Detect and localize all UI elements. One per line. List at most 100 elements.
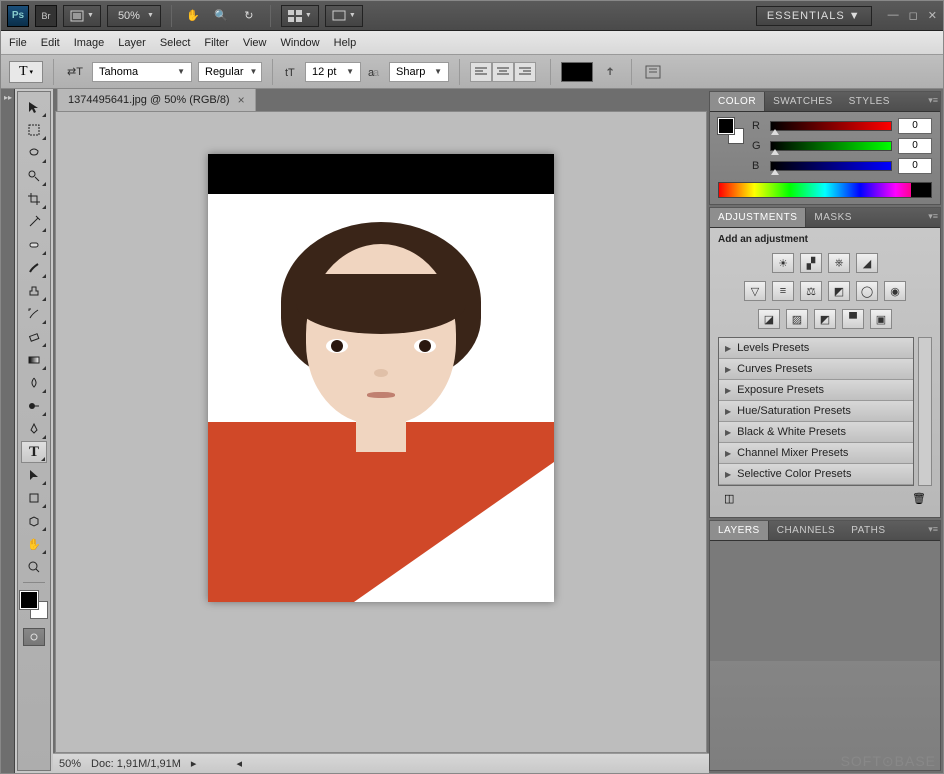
adj-clip-icon[interactable]: ◫: [724, 492, 734, 505]
type-tool[interactable]: T: [21, 441, 47, 463]
close-tab-icon[interactable]: ×: [238, 93, 245, 107]
marquee-tool[interactable]: [21, 119, 47, 141]
crop-tool[interactable]: [21, 188, 47, 210]
path-select-tool[interactable]: [21, 464, 47, 486]
quickmask-button[interactable]: [23, 628, 45, 646]
g-slider[interactable]: [770, 141, 892, 151]
panel-menu-icon[interactable]: ▾≡: [928, 211, 938, 222]
preset-exposure[interactable]: ▶Exposure Presets: [719, 380, 913, 401]
pen-tool[interactable]: [21, 418, 47, 440]
gradient-tool[interactable]: [21, 349, 47, 371]
presets-scrollbar[interactable]: [918, 337, 932, 486]
g-value[interactable]: 0: [898, 138, 932, 154]
tab-swatches[interactable]: SWATCHES: [765, 92, 841, 111]
warp-text-button[interactable]: Ϯ: [599, 61, 621, 83]
screen-mode-dropdown[interactable]: ▼: [325, 5, 363, 27]
menu-help[interactable]: Help: [334, 37, 357, 49]
eraser-tool[interactable]: [21, 326, 47, 348]
maximize-button[interactable]: ◻: [909, 9, 918, 22]
menu-file[interactable]: File: [9, 37, 27, 49]
preset-hue[interactable]: ▶Hue/Saturation Presets: [719, 401, 913, 422]
tab-color[interactable]: COLOR: [710, 92, 765, 111]
menu-filter[interactable]: Filter: [204, 37, 228, 49]
hand-tool[interactable]: ✋: [21, 533, 47, 555]
tool-preset-picker[interactable]: T ▾: [9, 61, 43, 83]
zoom-tool[interactable]: [21, 556, 47, 578]
align-left-button[interactable]: [470, 62, 492, 82]
status-doc-size[interactable]: Doc: 1,91M/1,91M: [91, 758, 181, 770]
photofilter-icon[interactable]: ◯: [856, 281, 878, 301]
text-color-swatch[interactable]: [561, 62, 593, 82]
b-slider[interactable]: [770, 161, 892, 171]
channelmixer-icon[interactable]: ◉: [884, 281, 906, 301]
r-value[interactable]: 0: [898, 118, 932, 134]
lasso-tool[interactable]: [21, 142, 47, 164]
preset-curves[interactable]: ▶Curves Presets: [719, 359, 913, 380]
menu-image[interactable]: Image: [74, 37, 105, 49]
color-picker-fgbg[interactable]: [20, 591, 48, 619]
view-extras-dropdown[interactable]: ▼: [63, 5, 101, 27]
font-style-dropdown[interactable]: Regular▼: [198, 62, 262, 82]
bw-icon[interactable]: ◩: [828, 281, 850, 301]
status-arrow-icon[interactable]: ▸: [191, 757, 197, 770]
canvas-viewport[interactable]: [55, 111, 707, 753]
color-fgbg-mini[interactable]: [718, 118, 744, 144]
arrange-docs-dropdown[interactable]: ▼: [281, 5, 319, 27]
curves-icon[interactable]: ⎈: [828, 253, 850, 273]
quick-select-tool[interactable]: [21, 165, 47, 187]
selectivecolor-icon[interactable]: ▣: [870, 309, 892, 329]
tab-paths[interactable]: PATHS: [843, 521, 893, 540]
tab-channels[interactable]: CHANNELS: [769, 521, 843, 540]
align-center-button[interactable]: [492, 62, 514, 82]
menu-layer[interactable]: Layer: [118, 37, 146, 49]
invert-icon[interactable]: ◪: [758, 309, 780, 329]
move-tool[interactable]: [21, 96, 47, 118]
healing-tool[interactable]: [21, 234, 47, 256]
close-button[interactable]: ✕: [928, 9, 937, 22]
gradientmap-icon[interactable]: ▀: [842, 309, 864, 329]
panel-menu-icon[interactable]: ▾≡: [928, 95, 938, 106]
exposure-icon[interactable]: ◢: [856, 253, 878, 273]
levels-icon[interactable]: ▞: [800, 253, 822, 273]
character-panel-button[interactable]: [642, 61, 664, 83]
colorbalance-icon[interactable]: ⚖: [800, 281, 822, 301]
zoom-dropdown[interactable]: 50%▼: [107, 5, 161, 27]
minimize-button[interactable]: —: [888, 9, 899, 22]
menu-select[interactable]: Select: [160, 37, 191, 49]
menu-edit[interactable]: Edit: [41, 37, 60, 49]
b-value[interactable]: 0: [898, 158, 932, 174]
r-slider[interactable]: [770, 121, 892, 131]
hue-icon[interactable]: ≡: [772, 281, 794, 301]
foreground-color[interactable]: [20, 591, 38, 609]
tab-layers[interactable]: LAYERS: [710, 521, 769, 540]
preset-bw[interactable]: ▶Black & White Presets: [719, 422, 913, 443]
tool-collapse-strip[interactable]: ▸▸: [1, 89, 15, 773]
preset-channelmixer[interactable]: ▶Channel Mixer Presets: [719, 443, 913, 464]
preset-selectivecolor[interactable]: ▶Selective Color Presets: [719, 464, 913, 485]
menu-view[interactable]: View: [243, 37, 267, 49]
vibrance-icon[interactable]: ▽: [744, 281, 766, 301]
tab-adjustments[interactable]: ADJUSTMENTS: [710, 208, 806, 227]
font-family-dropdown[interactable]: Tahoma▼: [92, 62, 192, 82]
hand-tool-icon[interactable]: ✋: [182, 5, 204, 27]
document-tab[interactable]: 1374495641.jpg @ 50% (RGB/8) ×: [57, 89, 256, 111]
workspace-switcher[interactable]: ESSENTIALS ▼: [756, 6, 872, 26]
status-zoom[interactable]: 50%: [59, 758, 81, 770]
shape-tool[interactable]: [21, 487, 47, 509]
rotate-view-icon[interactable]: ↻: [238, 5, 260, 27]
history-brush-tool[interactable]: [21, 303, 47, 325]
zoom-tool-icon[interactable]: 🔍: [210, 5, 232, 27]
tab-styles[interactable]: STYLES: [841, 92, 898, 111]
align-right-button[interactable]: [514, 62, 536, 82]
dodge-tool[interactable]: [21, 395, 47, 417]
bridge-icon[interactable]: Br: [35, 5, 57, 27]
eyedropper-tool[interactable]: [21, 211, 47, 233]
panel-menu-icon[interactable]: ▾≡: [928, 524, 938, 535]
menu-window[interactable]: Window: [281, 37, 320, 49]
spectrum-bar[interactable]: [718, 182, 932, 198]
brightness-icon[interactable]: ☀: [772, 253, 794, 273]
3d-tool[interactable]: [21, 510, 47, 532]
preset-levels[interactable]: ▶Levels Presets: [719, 338, 913, 359]
text-orientation-toggle[interactable]: ⇄T: [64, 61, 86, 83]
posterize-icon[interactable]: ▨: [786, 309, 808, 329]
